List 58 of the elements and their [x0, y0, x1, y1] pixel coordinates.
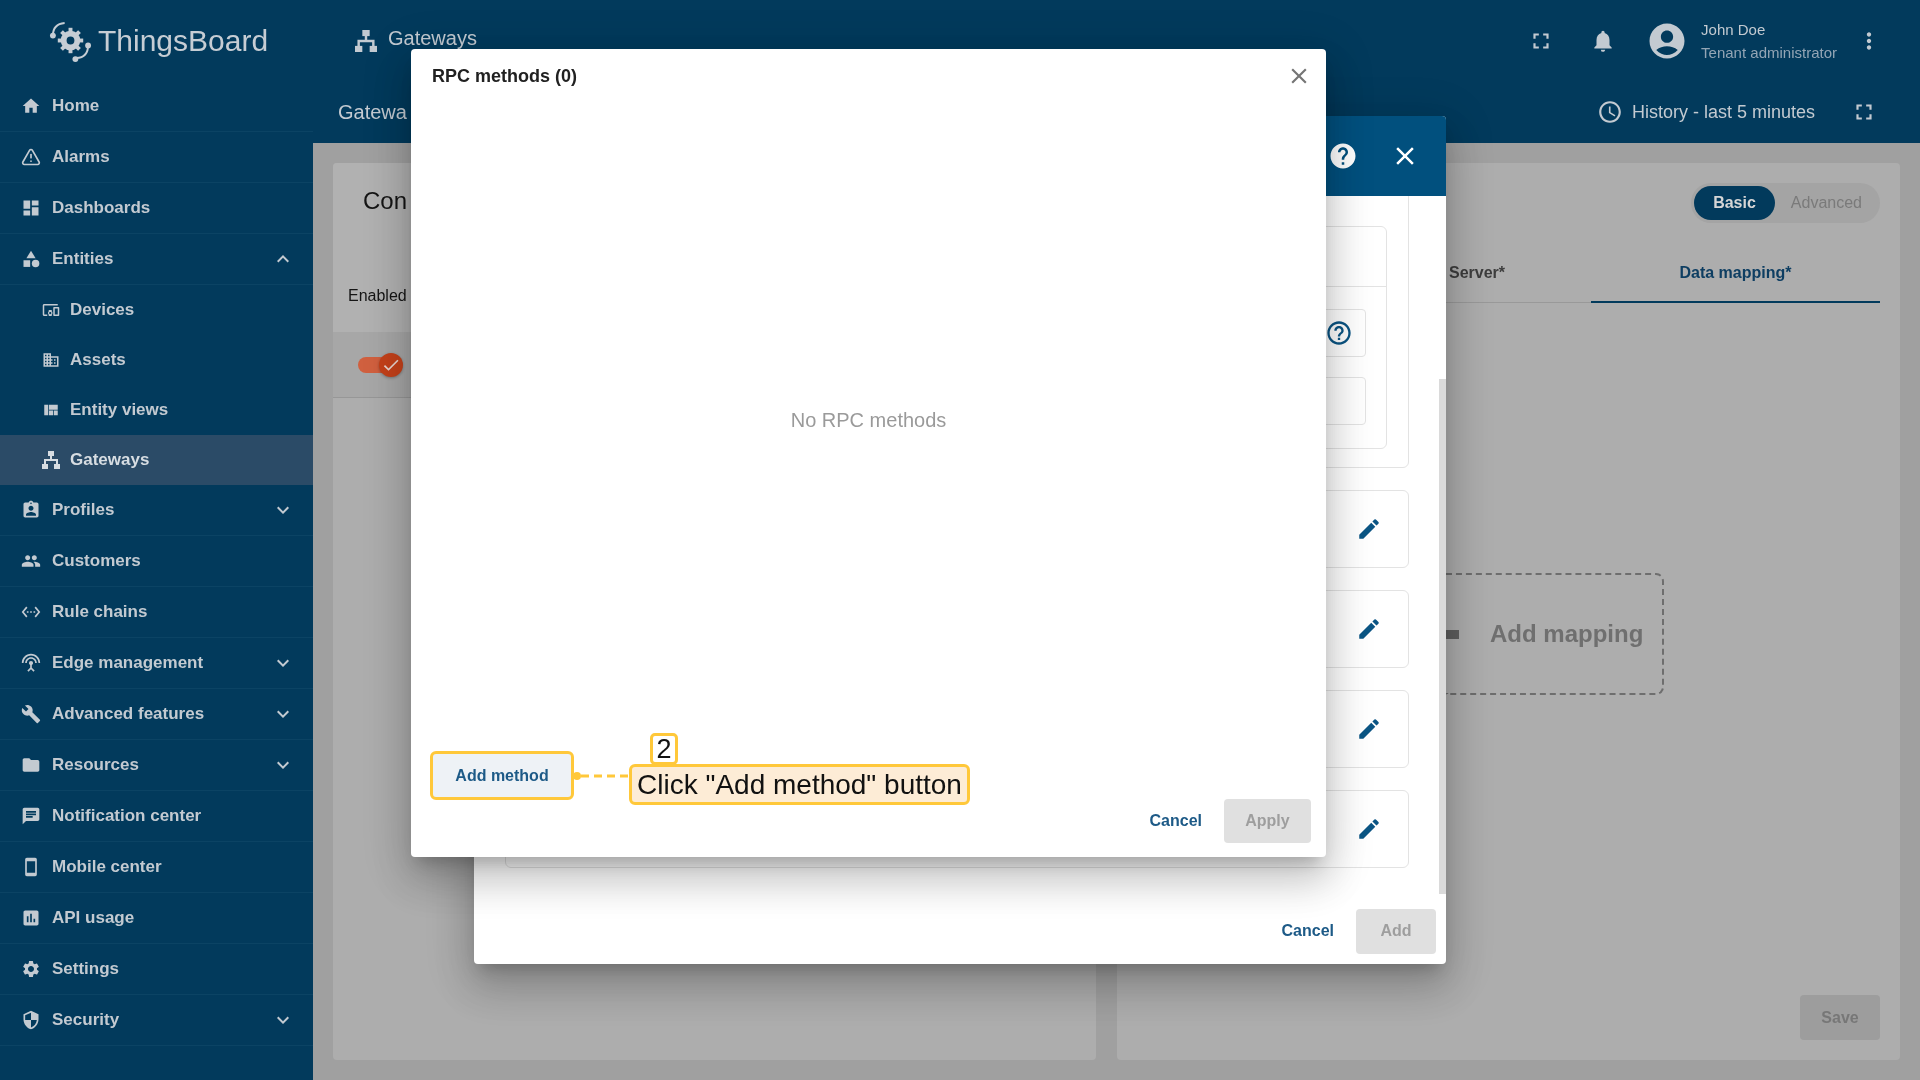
scrollbar[interactable]	[1439, 379, 1446, 894]
edit-icon[interactable]	[1356, 716, 1382, 742]
empty-message: No RPC methods	[790, 408, 947, 432]
sidebar-item[interactable]: Dashboards	[0, 183, 313, 234]
sidebar-subitem[interactable]: Devices	[0, 285, 313, 335]
sidebar-item[interactable]: Resources	[0, 740, 313, 791]
text-button[interactable]: Cancel	[1269, 908, 1346, 954]
gear-logo-icon	[49, 19, 92, 62]
sidebar-item[interactable]: Entities	[0, 234, 313, 285]
warning-icon	[21, 147, 41, 167]
antenna-icon	[21, 653, 41, 673]
logo-text: ThingsBoard	[98, 23, 269, 58]
chat-bubble-icon	[21, 806, 41, 826]
column-header: Enabled	[348, 287, 407, 305]
shield-icon	[21, 1010, 41, 1030]
clock-icon	[1596, 99, 1623, 125]
user-name: John Doe	[1701, 19, 1767, 40]
toggle-switch[interactable]	[358, 352, 404, 377]
callout-label: Click "Add method" button	[629, 764, 970, 805]
settings-icon	[21, 959, 41, 979]
step-badge: 2	[650, 733, 678, 765]
sidebar-item[interactable]: API usage	[0, 893, 313, 944]
bar-chart-icon	[21, 908, 41, 928]
sidebar-item[interactable]: Advanced features	[0, 689, 313, 740]
sidebar-subitem[interactable]: Assets	[0, 335, 313, 385]
dialog-title: RPC methods (0)	[432, 65, 577, 87]
add-method-button[interactable]: Add method	[430, 751, 574, 800]
devices-icon	[42, 301, 60, 319]
id-badge-icon	[21, 500, 41, 520]
hierarchy-icon	[355, 29, 377, 52]
sidebar-item[interactable]: Notification center	[0, 791, 313, 842]
card-title: Con	[363, 187, 408, 215]
sidebar-subitem[interactable]: Gateways	[0, 435, 313, 485]
hierarchy-icon	[42, 451, 60, 469]
toolbar-title: Gatewa	[338, 100, 407, 124]
user-role: Tenant administrator	[1701, 42, 1837, 63]
sidebar-subitem[interactable]: Entity views	[0, 385, 313, 435]
edit-icon[interactable]	[1356, 816, 1382, 842]
connector-line	[572, 770, 631, 782]
page-title: Gateways	[388, 27, 477, 50]
sidebar-item[interactable]: Profiles	[0, 485, 313, 536]
sidebar-item[interactable]: Settings	[0, 944, 313, 995]
sidebar-item[interactable]: Security	[0, 995, 313, 1046]
wrench-icon	[21, 704, 41, 724]
shapes-icon	[21, 249, 41, 269]
text-button[interactable]: Cancel	[1137, 799, 1214, 843]
folder-icon	[21, 755, 41, 775]
edit-icon[interactable]	[1356, 616, 1382, 642]
help-icon[interactable]	[1328, 141, 1358, 171]
time-window-button[interactable]: History - last 5 minutes	[1596, 99, 1815, 125]
home-icon	[21, 96, 41, 116]
building-icon	[42, 351, 60, 369]
edit-icon[interactable]	[1356, 516, 1382, 542]
help-icon[interactable]	[1325, 319, 1353, 347]
dash-icon	[1446, 629, 1459, 639]
tab[interactable]: Data mapping*	[1591, 245, 1880, 303]
mode-option[interactable]: Basic	[1694, 186, 1775, 220]
dashboard-icon	[21, 198, 41, 218]
